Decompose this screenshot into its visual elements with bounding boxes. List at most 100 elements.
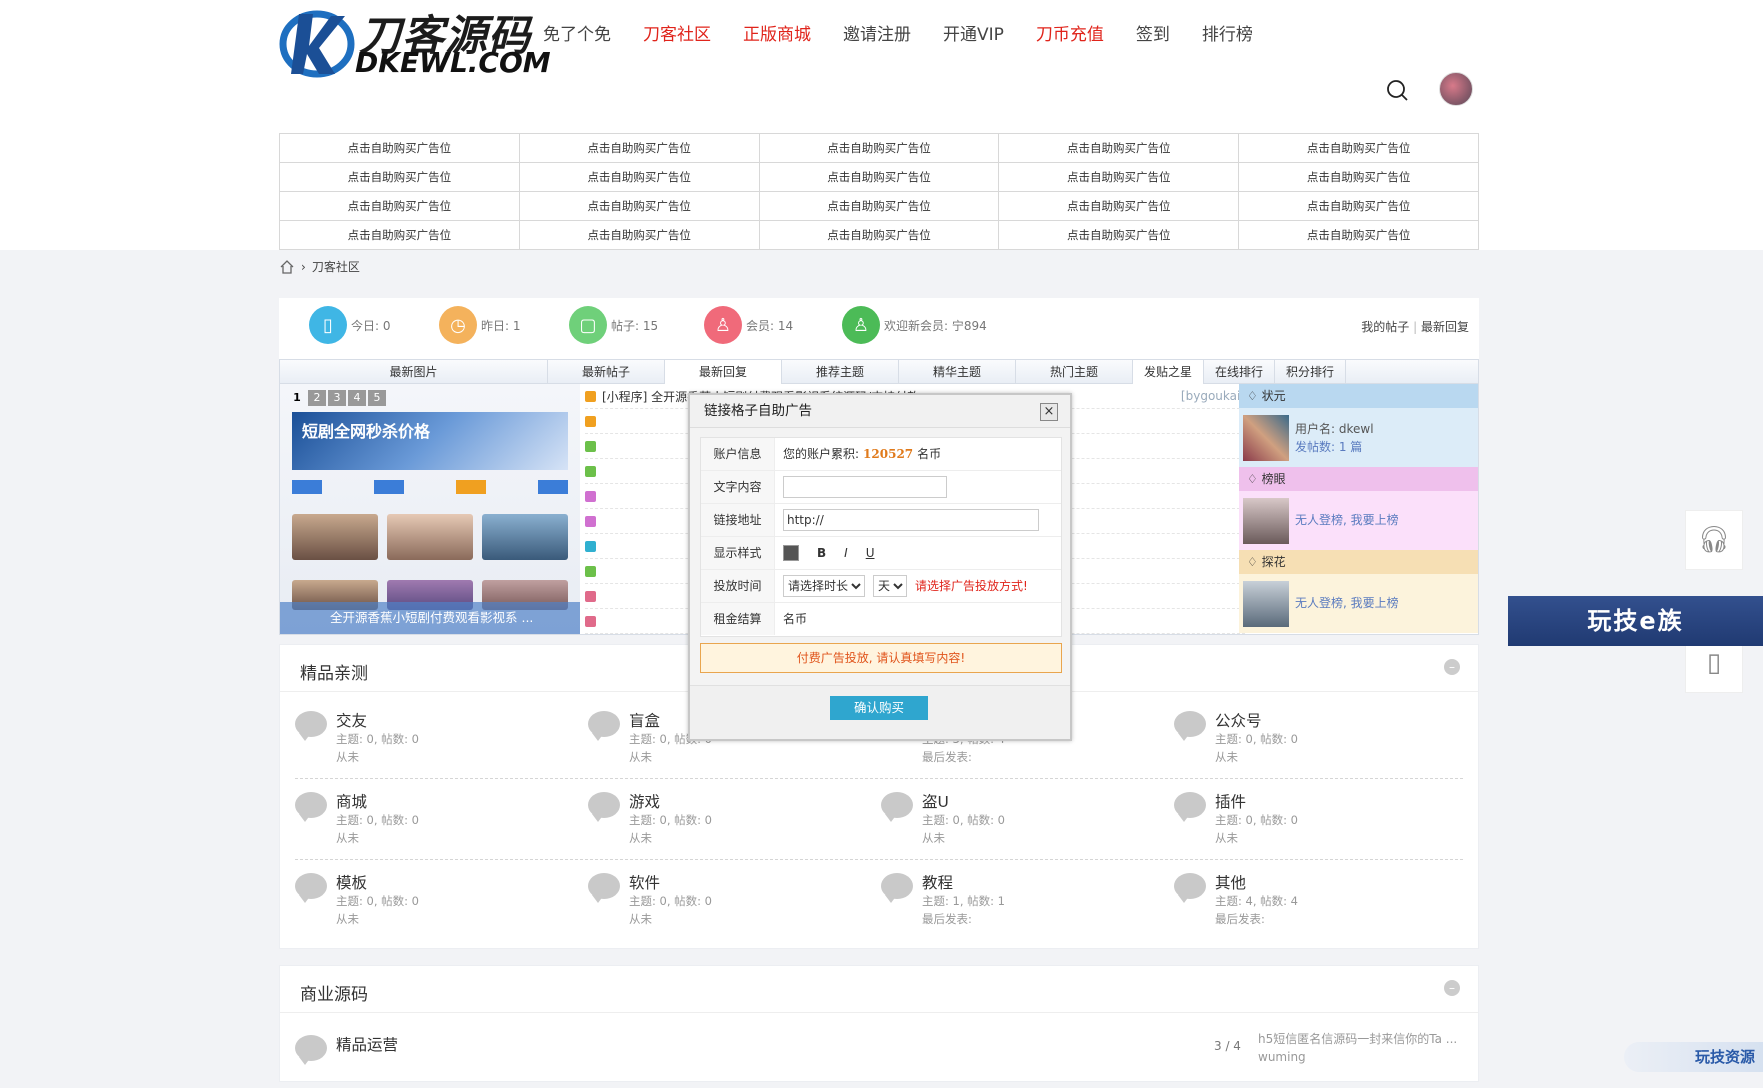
home-icon[interactable] xyxy=(279,259,295,275)
forum-name[interactable]: 盲盒 xyxy=(629,709,660,731)
section-1-title[interactable]: 精品亲测 xyxy=(300,659,368,684)
forum-name[interactable]: 交友 xyxy=(336,709,367,731)
text-content-input[interactable] xyxy=(783,476,947,498)
nav-item-2[interactable]: 正版商城 xyxy=(743,20,811,45)
nav-item-5[interactable]: 刀币充值 xyxy=(1036,20,1104,45)
forum-stats: 主题: 0, 帖数: 0 xyxy=(922,813,1006,827)
slider-page-5[interactable]: 5 xyxy=(368,390,386,406)
nav-item-4[interactable]: 开通VIP xyxy=(943,20,1004,45)
forum-name[interactable]: 模板 xyxy=(336,871,367,893)
portal-tab-4[interactable]: 精华主题 xyxy=(899,360,1016,384)
rank-1-username[interactable]: 用户名: dkewl xyxy=(1295,420,1374,438)
forum-item[interactable]: 精品运营 xyxy=(295,1031,575,1088)
portal-tab-0[interactable]: 最新图片 xyxy=(280,360,548,384)
forum-name[interactable]: 游戏 xyxy=(629,790,660,812)
nav-item-0[interactable]: 免了个免 xyxy=(543,20,611,45)
forum-name[interactable]: 公众号 xyxy=(1215,709,1262,731)
ad-slot[interactable]: 点击自助购买广告位 xyxy=(279,191,520,221)
ad-slot[interactable]: 点击自助购买广告位 xyxy=(279,220,520,250)
slider-page-3[interactable]: 3 xyxy=(328,390,346,406)
portal-tab-1[interactable]: 最新帖子 xyxy=(548,360,665,384)
portal-tab-2[interactable]: 最新回复 xyxy=(665,360,782,384)
forum-item[interactable]: 插件 主题: 0, 帖数: 0 从未 xyxy=(1174,788,1454,848)
portal-tab-6[interactable]: 发贴之星 xyxy=(1133,360,1204,384)
confirm-purchase-button[interactable]: 确认购买 xyxy=(830,696,928,720)
underline-toggle[interactable]: U xyxy=(866,537,875,569)
forum-item[interactable]: 游戏 主题: 0, 帖数: 0 从未 xyxy=(588,788,868,848)
forum-item[interactable]: 商城 主题: 0, 帖数: 0 从未 xyxy=(295,788,575,848)
ad-slot[interactable]: 点击自助购买广告位 xyxy=(1238,191,1479,221)
last-post-user[interactable]: wuming xyxy=(1258,1048,1457,1066)
ad-slot[interactable]: 点击自助购买广告位 xyxy=(758,191,1000,221)
ad-slot[interactable]: 点击自助购买广告位 xyxy=(758,220,1000,250)
portal-tab-3[interactable]: 推荐主题 xyxy=(782,360,899,384)
my-posts-link[interactable]: 我的帖子 xyxy=(1361,320,1409,334)
nav-item-3[interactable]: 邀请注册 xyxy=(843,20,911,45)
ad-slot[interactable]: 点击自助购买广告位 xyxy=(279,162,520,192)
forum-name[interactable]: 软件 xyxy=(629,871,660,893)
link-url-input[interactable] xyxy=(783,509,1039,531)
headset-icon[interactable]: 🎧︎ xyxy=(1685,510,1743,570)
ad-slot[interactable]: 点击自助购买广告位 xyxy=(758,133,1000,163)
portal-tab-7[interactable]: 在线排行 xyxy=(1204,360,1275,384)
forum-name[interactable]: 盗U xyxy=(922,790,949,812)
forum-item[interactable]: 其他 主题: 4, 帖数: 4 最后发表: xyxy=(1174,869,1454,929)
ad-slot[interactable]: 点击自助购买广告位 xyxy=(998,220,1240,250)
image-slider[interactable]: 12345 短剧全网秒杀价格 全开源香蕉小短剧付费观看影视系 ... xyxy=(280,384,580,634)
floating-banner[interactable]: 玩技e族 xyxy=(1508,596,1763,646)
new-replies-link[interactable]: 最新回复 xyxy=(1421,320,1469,334)
rank-1-avatar[interactable] xyxy=(1243,415,1289,461)
rank-2-empty[interactable]: 无人登榜, 我要上榜 xyxy=(1295,511,1399,529)
forum-item[interactable]: 交友 主题: 0, 帖数: 0 从未 xyxy=(295,707,575,767)
slide-caption[interactable]: 全开源香蕉小短剧付费观看影视系 ... xyxy=(280,602,580,634)
rank-3-empty[interactable]: 无人登榜, 我要上榜 xyxy=(1295,594,1399,612)
bold-toggle[interactable]: B xyxy=(817,537,826,569)
user-avatar[interactable] xyxy=(1439,72,1473,106)
ad-slot[interactable]: 点击自助购买广告位 xyxy=(1238,133,1479,163)
ad-slot[interactable]: 点击自助购买广告位 xyxy=(998,191,1240,221)
stat-welcome-text[interactable]: 欢迎新会员: 宁894 xyxy=(884,317,987,334)
slider-page-4[interactable]: 4 xyxy=(348,390,366,406)
forum-item[interactable]: 教程 主题: 1, 帖数: 1 最后发表: xyxy=(881,869,1161,929)
search-icon[interactable] xyxy=(1385,78,1409,102)
ad-slot[interactable]: 点击自助购买广告位 xyxy=(1238,220,1479,250)
close-icon[interactable]: × xyxy=(1040,403,1058,421)
section-2-title[interactable]: 商业源码 xyxy=(300,980,368,1005)
forum-name[interactable]: 其他 xyxy=(1215,871,1246,893)
nav-item-7[interactable]: 排行榜 xyxy=(1202,20,1253,45)
forum-name[interactable]: 教程 xyxy=(922,871,953,893)
forum-item[interactable]: 公众号 主题: 0, 帖数: 0 从未 xyxy=(1174,707,1454,767)
portal-tab-8[interactable]: 积分排行 xyxy=(1275,360,1346,384)
ad-slot[interactable]: 点击自助购买广告位 xyxy=(758,162,1000,192)
ad-slot[interactable]: 点击自助购买广告位 xyxy=(518,220,760,250)
collapse-icon[interactable]: – xyxy=(1444,980,1460,996)
ad-slot[interactable]: 点击自助购买广告位 xyxy=(998,133,1240,163)
forum-item[interactable]: 盗U 主题: 0, 帖数: 0 从未 xyxy=(881,788,1161,848)
forum-name[interactable]: 插件 xyxy=(1215,790,1246,812)
slider-page-1[interactable]: 1 xyxy=(288,390,306,406)
ad-slot[interactable]: 点击自助购买广告位 xyxy=(1238,162,1479,192)
forum-name[interactable]: 商城 xyxy=(336,790,367,812)
duration-select[interactable]: 请选择时长 xyxy=(783,575,865,597)
site-logo[interactable]: 刀客源码 DKEWL.COM xyxy=(279,2,551,80)
collapse-icon[interactable]: – xyxy=(1444,659,1460,675)
ad-slot[interactable]: 点击自助购买广告位 xyxy=(998,162,1240,192)
last-post-title[interactable]: h5短信匿名信源码一封来信你的Ta ... xyxy=(1258,1030,1457,1048)
ad-slot[interactable]: 点击自助购买广告位 xyxy=(279,133,520,163)
ad-slot[interactable]: 点击自助购买广告位 xyxy=(518,162,760,192)
slider-pager: 12345 xyxy=(288,390,386,406)
forum-name[interactable]: 精品运营 xyxy=(336,1033,398,1055)
nav-item-1[interactable]: 刀客社区 xyxy=(643,20,711,45)
portal-tab-5[interactable]: 热门主题 xyxy=(1016,360,1133,384)
forum-item[interactable]: 软件 主题: 0, 帖数: 0 从未 xyxy=(588,869,868,929)
ad-slot[interactable]: 点击自助购买广告位 xyxy=(518,191,760,221)
thread-author[interactable]: [bygoukai] xyxy=(1181,389,1245,403)
italic-toggle[interactable]: I xyxy=(844,537,848,569)
forum-item[interactable]: 模板 主题: 0, 帖数: 0 从未 xyxy=(295,869,575,929)
nav-item-6[interactable]: 签到 xyxy=(1136,20,1170,45)
slider-page-2[interactable]: 2 xyxy=(308,390,326,406)
color-picker[interactable] xyxy=(783,545,799,561)
breadcrumb-current[interactable]: 刀客社区 xyxy=(312,258,360,275)
ad-slot[interactable]: 点击自助购买广告位 xyxy=(518,133,760,163)
unit-select[interactable]: 天 xyxy=(873,575,907,597)
